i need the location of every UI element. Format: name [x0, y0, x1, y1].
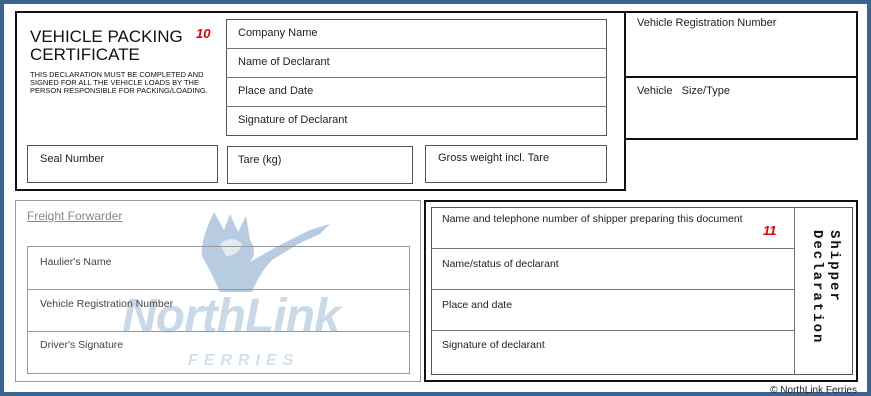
drivers-signature-field[interactable]: Driver's Signature [40, 339, 123, 351]
shipper-signature-field[interactable]: Signature of declarant [442, 339, 545, 351]
section-number-11: 11 [763, 223, 777, 238]
shipper-declaration-side-label-line2: Declaration [809, 230, 825, 345]
vehicle-registration-number-freight-field[interactable]: Vehicle Registration Number [40, 298, 173, 310]
divider [625, 76, 857, 78]
signature-of-declarant-field[interactable]: Signature of Declarant [238, 114, 347, 126]
divider [431, 330, 795, 331]
vehicle-size-type-field[interactable]: Vehicle Size/Type [637, 85, 730, 97]
vehicle-registration-number-field[interactable]: Vehicle Registration Number [637, 17, 776, 29]
hauliers-name-field[interactable]: Haulier's Name [40, 256, 111, 268]
divider [27, 331, 410, 332]
certificate-title-line1: VEHICLE PACKING [30, 27, 183, 46]
gross-weight-box[interactable] [425, 145, 607, 183]
shipper-declaration-side-label-line1: Shipper [826, 230, 842, 303]
shipper-name-phone-field[interactable]: Name and telephone number of shipper pre… [442, 213, 743, 225]
divider [431, 248, 795, 249]
declaration-note: THIS DECLARATION MUST BE COMPLETED AND S… [30, 70, 208, 95]
divider [226, 77, 607, 78]
shipper-label-divider [794, 207, 795, 375]
seal-number-label: Seal Number [40, 153, 105, 165]
tare-label: Tare (kg) [238, 154, 282, 166]
divider [226, 48, 607, 49]
company-name-field[interactable]: Company Name [238, 27, 317, 39]
declarant-name-status-field[interactable]: Name/status of declarant [442, 258, 559, 270]
gross-weight-label: Gross weight incl. Tare [438, 152, 550, 164]
freight-forwarder-title: Freight Forwarder [27, 209, 123, 223]
copyright-footer: © NorthLink Ferries [770, 385, 857, 396]
certificate-title-line2: CERTIFICATE [30, 45, 140, 64]
divider [431, 289, 795, 290]
divider [27, 289, 410, 290]
shipper-declaration-side-label: Shipper Declaration [808, 230, 842, 344]
divider [226, 106, 607, 107]
place-and-date-field[interactable]: Place and Date [238, 85, 313, 97]
name-of-declarant-field[interactable]: Name of Declarant [238, 56, 330, 68]
shipper-place-date-field[interactable]: Place and date [442, 299, 512, 311]
section-number-10: 10 [196, 26, 211, 41]
